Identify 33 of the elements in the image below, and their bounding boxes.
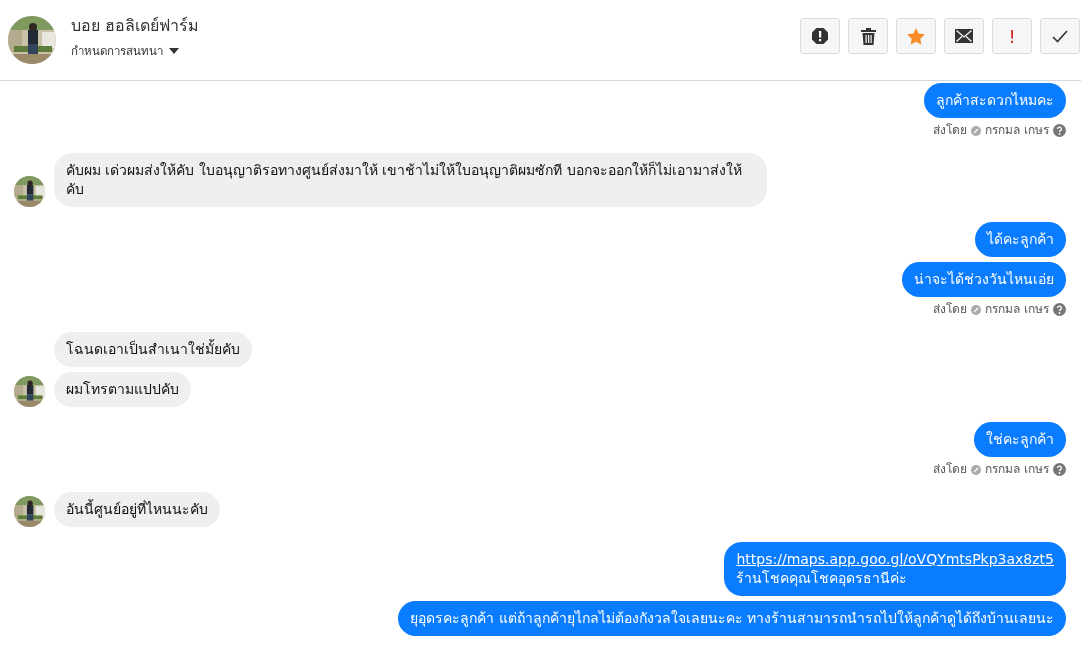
message-bubble: ผมโทรตามแปปคับ: [54, 372, 191, 407]
check-button[interactable]: [1040, 18, 1080, 54]
alert-button[interactable]: [800, 18, 840, 54]
alert-icon: [811, 27, 829, 45]
agent-name: กรกมล เกษร: [985, 462, 1049, 477]
message-bubble: คับผม เด่วผมส่งให้คับ ใบอนุญาติรอทางศูนย์ส่งมาให้ เขาช้าไม่ให้ใบอนุญาติผมซักที บอกจะออกให้ก็ไม่เอามาส่งให้คับ: [54, 153, 767, 207]
help-icon: [1053, 303, 1066, 316]
mail-icon: [955, 29, 973, 43]
message-bubble: น่าจะได้ช่วงวันไหนเอ่ย: [902, 262, 1066, 297]
message-bubble: ลูกค้าสะดวกไหมคะ: [924, 83, 1066, 118]
message-bubble: ได้คะลูกค้า: [975, 222, 1066, 257]
message-text: ร้านโชคคุณโชคอุดรธานีค่ะ: [736, 569, 909, 588]
important-button[interactable]: !: [992, 18, 1032, 54]
mail-button[interactable]: [944, 18, 984, 54]
caret-icon: [169, 47, 179, 54]
message-bubble: ใช่คะลูกค้า: [974, 422, 1066, 457]
agent-name: กรกมล เกษร: [985, 302, 1049, 317]
sent-by-label: ส่งโดย: [933, 462, 968, 477]
trash-icon: [860, 27, 876, 45]
conversation-menu[interactable]: กำหนดการสนทนา: [71, 41, 179, 60]
sent-by-label: ส่งโดย: [933, 123, 968, 138]
map-link[interactable]: https://maps.app.goo.gl/oVQYmtsPkp3ax8zt5: [736, 550, 1054, 569]
help-icon: [1053, 124, 1066, 137]
message-bubble: อันนี้ศูนย์อยู่ที่ไหนนะคับ: [54, 492, 220, 527]
message-bubble: ยุอุดรคะลูกค้า แต่ถ้าลูกค้ายุไกลไม่ต้องกังวลใจเลยนะคะ ทางร้านสามารถนำรถไปให้ลูกค้าดูได้ถึงบ้านเลยนะ: [398, 601, 1066, 636]
sent-by-label: ส่งโดย: [933, 302, 968, 317]
message-bubble: โฉนดเอาเป็นสำเนาใช่มั้ยคับ: [54, 332, 252, 367]
help-icon: [1053, 463, 1066, 476]
star-button[interactable]: [896, 18, 936, 54]
contact-name: บอย ฮอลิเดย์ฟาร์ม: [71, 14, 201, 37]
agent-name: กรกมล เกษร: [985, 123, 1049, 138]
star-icon: [907, 27, 925, 45]
trash-button[interactable]: [848, 18, 888, 54]
